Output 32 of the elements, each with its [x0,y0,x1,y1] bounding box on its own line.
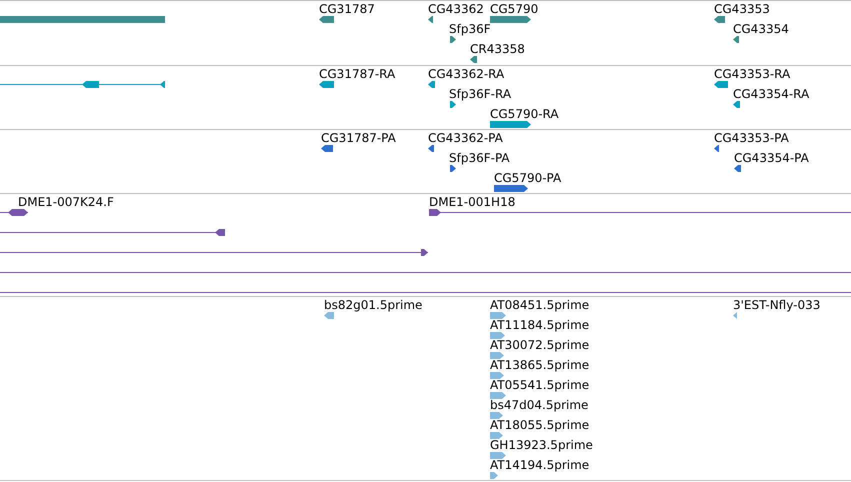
feature-label: CG43354-PA [734,151,809,165]
feature-label: CG43362 [428,2,484,16]
feature-label: CG43362-PA [428,131,503,145]
feature-label: AT08451.5prime [490,298,590,312]
feature-label: bs82g01.5prime [324,298,422,312]
feature-label: AT30072.5prime [490,338,590,352]
feature-label: Sfp36F [449,22,491,36]
feature-label: CG5790-RA [490,107,559,121]
feature-label: CG43354 [733,22,789,36]
feature-label: CG43353 [714,2,770,16]
feature-label: AT18055.5prime [490,418,590,432]
feature-label: Sfp36F-PA [449,151,510,165]
feature-label: bs47d04.5prime [490,398,588,412]
feature-label: DME1-007K24.F [18,195,114,209]
feature-label: CG43362-RA [428,67,504,81]
feature-label: AT14194.5prime [490,458,590,472]
feature-label: 3'EST-Nfly-033 [733,298,820,312]
feature-label: CG43353-PA [714,131,789,145]
feature-label: AT13865.5prime [490,358,590,372]
feature-label: AT11184.5prime [490,318,590,332]
feature-label: CG5790-PA [494,171,562,185]
feature-label: CG43353-RA [714,67,790,81]
feature-label: CR43358 [470,42,525,56]
feature-label: DME1-001H18 [429,195,516,209]
feature-label: AT05541.5prime [490,378,590,392]
feature-label: CG31787 [319,2,375,16]
feature-label: CG5790 [490,2,538,16]
feature-label: Sfp36F-RA [449,87,512,101]
feature-label: CG31787-RA [319,67,396,81]
feature-label: CG31787-PA [321,131,396,145]
feature-label: CG43354-RA [733,87,810,101]
feature-label: GH13923.5prime [490,438,593,452]
